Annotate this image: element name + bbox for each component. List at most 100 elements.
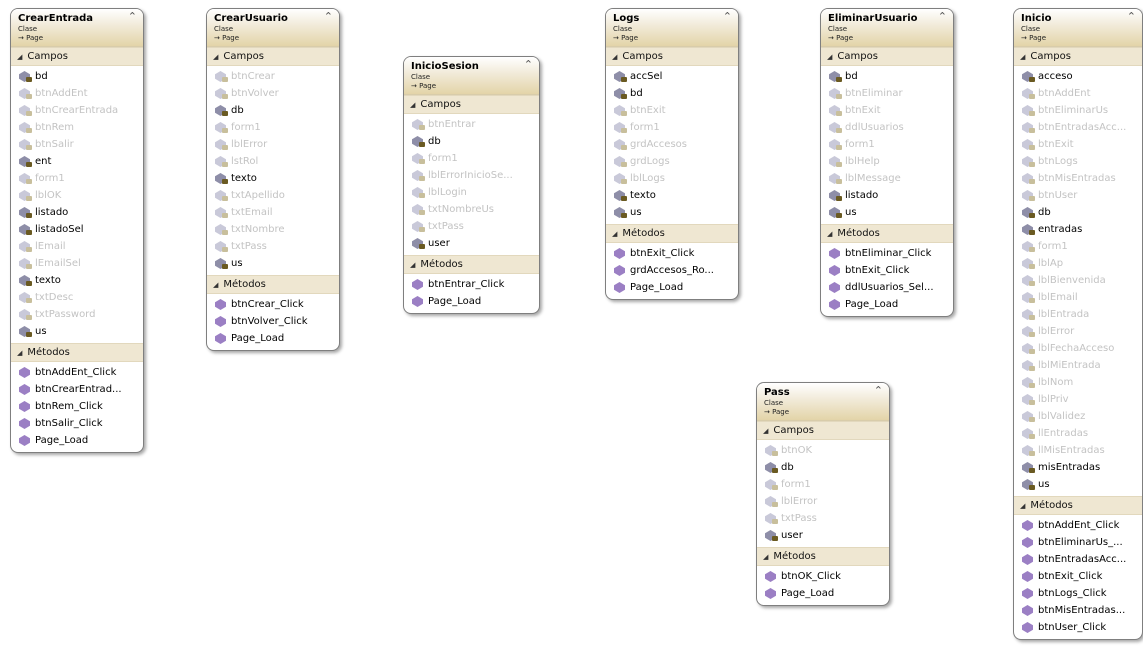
- field-item[interactable]: grdLogs: [606, 153, 738, 170]
- field-item[interactable]: btnEntrar: [404, 116, 539, 133]
- field-item[interactable]: btnMisEntradas: [1014, 170, 1142, 187]
- field-item[interactable]: btnEliminar: [821, 85, 953, 102]
- field-item[interactable]: entradas: [1014, 221, 1142, 238]
- field-item[interactable]: ddlUsuarios: [821, 119, 953, 136]
- method-item[interactable]: ddlUsuarios_Sel...: [821, 279, 953, 296]
- field-item[interactable]: bd: [606, 85, 738, 102]
- method-item[interactable]: Page_Load: [207, 330, 339, 347]
- field-item[interactable]: texto: [606, 187, 738, 204]
- method-item[interactable]: btnEliminar_Click: [821, 245, 953, 262]
- methods-section-header[interactable]: ◢ Métodos: [404, 255, 539, 274]
- field-item[interactable]: lblBienvenida: [1014, 272, 1142, 289]
- field-item[interactable]: us: [11, 323, 143, 340]
- field-item[interactable]: lblLogs: [606, 170, 738, 187]
- field-item[interactable]: us: [606, 204, 738, 221]
- method-item[interactable]: Page_Load: [11, 432, 143, 449]
- class-box-crearentrada[interactable]: CrearEntrada Clase → Page ⌃ ◢ Campos bd btnAddE…: [10, 8, 144, 453]
- method-item[interactable]: btnUser_Click: [1014, 619, 1142, 636]
- field-item[interactable]: lblNom: [1014, 374, 1142, 391]
- field-item[interactable]: db: [207, 102, 339, 119]
- field-item[interactable]: form1: [207, 119, 339, 136]
- field-item[interactable]: form1: [757, 476, 889, 493]
- field-item[interactable]: llEntradas: [1014, 425, 1142, 442]
- field-item[interactable]: btnVolver: [207, 85, 339, 102]
- field-item[interactable]: us: [1014, 476, 1142, 493]
- field-item[interactable]: lblHelp: [821, 153, 953, 170]
- field-item[interactable]: grdAccesos: [606, 136, 738, 153]
- class-box-crearusuario[interactable]: CrearUsuario Clase → Page ⌃ ◢ Campos btnCrear b…: [206, 8, 340, 351]
- class-box-eliminarusuario[interactable]: EliminarUsuario Clase → Page ⌃ ◢ Campos bd btnE…: [820, 8, 954, 317]
- method-item[interactable]: btnEntradasAcc...: [1014, 551, 1142, 568]
- fields-section-header[interactable]: ◢ Campos: [11, 47, 143, 66]
- field-item[interactable]: form1: [821, 136, 953, 153]
- collapse-chevron-icon[interactable]: ⌃: [128, 11, 137, 22]
- field-item[interactable]: form1: [1014, 238, 1142, 255]
- field-item[interactable]: lblAp: [1014, 255, 1142, 272]
- field-item[interactable]: db: [404, 133, 539, 150]
- method-item[interactable]: btnOK_Click: [757, 568, 889, 585]
- class-box-logs[interactable]: Logs Clase → Page ⌃ ◢ Campos accSel bd btnExit fo…: [605, 8, 739, 300]
- method-item[interactable]: btnAddEnt_Click: [11, 364, 143, 381]
- field-item[interactable]: texto: [207, 170, 339, 187]
- fields-section-header[interactable]: ◢ Campos: [757, 421, 889, 440]
- fields-section-header[interactable]: ◢ Campos: [404, 95, 539, 114]
- field-item[interactable]: lblOK: [11, 187, 143, 204]
- field-item[interactable]: txtApellido: [207, 187, 339, 204]
- field-item[interactable]: txtEmail: [207, 204, 339, 221]
- method-item[interactable]: Page_Load: [821, 296, 953, 313]
- field-item[interactable]: btnExit: [821, 102, 953, 119]
- field-item[interactable]: db: [757, 459, 889, 476]
- field-item[interactable]: btnEntradasAcc...: [1014, 119, 1142, 136]
- field-item[interactable]: txtPass: [404, 218, 539, 235]
- method-item[interactable]: btnRem_Click: [11, 398, 143, 415]
- field-item[interactable]: user: [404, 235, 539, 252]
- collapse-chevron-icon[interactable]: ⌃: [723, 11, 732, 22]
- field-item[interactable]: txtPass: [757, 510, 889, 527]
- methods-section-header[interactable]: ◢ Métodos: [1014, 496, 1142, 515]
- field-item[interactable]: btnCrearEntrada: [11, 102, 143, 119]
- methods-section-header[interactable]: ◢ Métodos: [11, 343, 143, 362]
- field-item[interactable]: llMisEntradas: [1014, 442, 1142, 459]
- collapse-chevron-icon[interactable]: ⌃: [324, 11, 333, 22]
- field-item[interactable]: btnEliminarUs: [1014, 102, 1142, 119]
- field-item[interactable]: lblMiEntrada: [1014, 357, 1142, 374]
- field-item[interactable]: texto: [11, 272, 143, 289]
- method-item[interactable]: btnLogs_Click: [1014, 585, 1142, 602]
- field-item[interactable]: listado: [821, 187, 953, 204]
- method-item[interactable]: btnExit_Click: [1014, 568, 1142, 585]
- field-item[interactable]: lstRol: [207, 153, 339, 170]
- class-box-pass[interactable]: Pass Clase → Page ⌃ ◢ Campos btnOK db form1 lblEr…: [756, 382, 890, 606]
- field-item[interactable]: btnRem: [11, 119, 143, 136]
- field-item[interactable]: btnOK: [757, 442, 889, 459]
- field-item[interactable]: txtPassword: [11, 306, 143, 323]
- field-item[interactable]: accSel: [606, 68, 738, 85]
- method-item[interactable]: btnCrearEntrad...: [11, 381, 143, 398]
- field-item[interactable]: lEmailSel: [11, 255, 143, 272]
- methods-section-header[interactable]: ◢ Métodos: [757, 547, 889, 566]
- method-item[interactable]: btnExit_Click: [606, 245, 738, 262]
- collapse-chevron-icon[interactable]: ⌃: [524, 59, 533, 70]
- method-item[interactable]: btnCrear_Click: [207, 296, 339, 313]
- field-item[interactable]: listado: [11, 204, 143, 221]
- field-item[interactable]: form1: [11, 170, 143, 187]
- fields-section-header[interactable]: ◢ Campos: [1014, 47, 1142, 66]
- method-item[interactable]: btnAddEnt_Click: [1014, 517, 1142, 534]
- method-item[interactable]: btnEliminarUs_...: [1014, 534, 1142, 551]
- field-item[interactable]: ent: [11, 153, 143, 170]
- collapse-chevron-icon[interactable]: ⌃: [938, 11, 947, 22]
- method-item[interactable]: btnExit_Click: [821, 262, 953, 279]
- field-item[interactable]: lblValidez: [1014, 408, 1142, 425]
- field-item[interactable]: form1: [404, 150, 539, 167]
- methods-section-header[interactable]: ◢ Métodos: [207, 275, 339, 294]
- methods-section-header[interactable]: ◢ Métodos: [821, 224, 953, 243]
- field-item[interactable]: btnLogs: [1014, 153, 1142, 170]
- class-box-iniciosesion[interactable]: InicioSesion Clase → Page ⌃ ◢ Campos btnEntrar…: [403, 56, 540, 314]
- field-item[interactable]: listadoSel: [11, 221, 143, 238]
- fields-section-header[interactable]: ◢ Campos: [606, 47, 738, 66]
- method-item[interactable]: btnSalir_Click: [11, 415, 143, 432]
- field-item[interactable]: lblEmail: [1014, 289, 1142, 306]
- method-item[interactable]: grdAccesos_Ro...: [606, 262, 738, 279]
- field-item[interactable]: lblError: [207, 136, 339, 153]
- field-item[interactable]: lblMessage: [821, 170, 953, 187]
- field-item[interactable]: txtNombreUs: [404, 201, 539, 218]
